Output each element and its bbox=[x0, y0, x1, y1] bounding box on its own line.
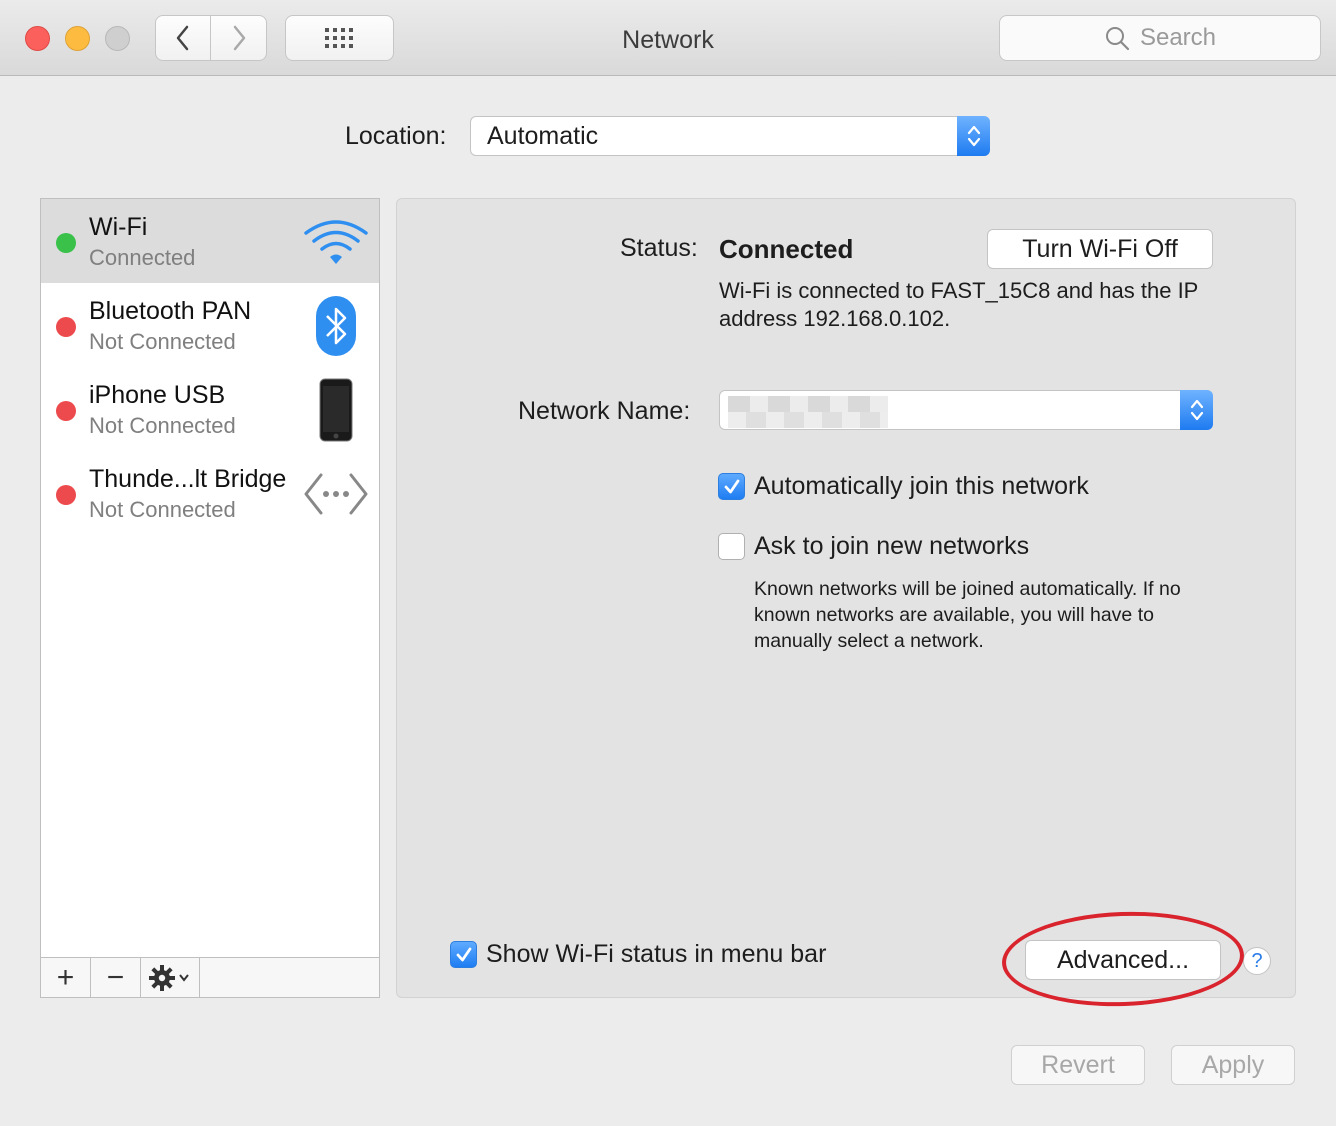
status-value: Connected bbox=[719, 234, 854, 264]
service-name: iPhone USB bbox=[89, 381, 226, 409]
action-menu-button[interactable] bbox=[141, 958, 200, 997]
service-name: Thunde...lt Bridge bbox=[89, 465, 287, 493]
help-button[interactable]: ? bbox=[1243, 947, 1271, 975]
status-description: Wi-Fi is connected to FAST_15C8 and has … bbox=[719, 278, 1198, 331]
service-item-wifi[interactable]: Wi-Fi Connected bbox=[41, 199, 379, 283]
status-dot bbox=[56, 233, 76, 253]
location-stepper[interactable] bbox=[957, 116, 990, 156]
auto-join-checkbox[interactable] bbox=[718, 473, 745, 500]
ask-join-help-text: Known networks will be joined automatica… bbox=[754, 578, 1181, 652]
add-service-button[interactable]: + bbox=[41, 958, 91, 997]
location-select[interactable]: Automatic bbox=[470, 116, 990, 156]
status-dot bbox=[56, 317, 76, 337]
auto-join-label[interactable]: Automatically join this network bbox=[754, 472, 1089, 501]
location-value: Automatic bbox=[487, 122, 599, 150]
service-list: Wi-Fi Connected Bluetooth PAN Not Connec… bbox=[40, 198, 380, 998]
show-wifi-status-label[interactable]: Show Wi-Fi status in menu bar bbox=[486, 940, 826, 969]
ask-join-checkbox[interactable] bbox=[718, 533, 745, 560]
thunderbolt-bridge-icon bbox=[303, 463, 369, 525]
iphone-icon bbox=[303, 378, 369, 442]
service-item-iphone-usb[interactable]: iPhone USB Not Connected bbox=[41, 367, 379, 451]
search-icon bbox=[1105, 27, 1130, 51]
show-wifi-status-checkbox[interactable] bbox=[450, 941, 477, 968]
status-dot bbox=[56, 485, 76, 505]
service-item-bluetooth-pan[interactable]: Bluetooth PAN Not Connected bbox=[41, 283, 379, 367]
bluetooth-icon bbox=[303, 295, 369, 357]
gear-icon bbox=[149, 964, 189, 991]
network-name-select[interactable] bbox=[719, 390, 1213, 430]
up-down-chevron-icon bbox=[967, 125, 980, 147]
status-dot bbox=[56, 401, 76, 421]
turn-wifi-off-button[interactable]: Turn Wi-Fi Off bbox=[987, 229, 1213, 269]
up-down-chevron-icon bbox=[1190, 399, 1203, 421]
service-name: Bluetooth PAN bbox=[89, 297, 252, 325]
service-name: Wi-Fi bbox=[89, 213, 148, 241]
apply-button[interactable]: Apply bbox=[1171, 1045, 1295, 1085]
service-item-thunderbolt-bridge[interactable]: Thunde...lt Bridge Not Connected bbox=[41, 451, 379, 535]
checkmark-icon bbox=[724, 479, 739, 493]
service-status: Not Connected bbox=[89, 497, 236, 522]
remove-service-button[interactable]: − bbox=[91, 958, 141, 997]
ask-join-label[interactable]: Ask to join new networks bbox=[754, 532, 1029, 561]
redacted-network-name bbox=[728, 396, 888, 412]
network-name-stepper[interactable] bbox=[1180, 390, 1213, 430]
redacted-network-name bbox=[728, 412, 888, 428]
title-bar: Network Search bbox=[0, 0, 1336, 76]
search-placeholder: Search bbox=[1139, 24, 1217, 51]
service-list-toolbar: + − bbox=[40, 957, 380, 998]
service-status: Connected bbox=[89, 245, 196, 270]
wifi-icon bbox=[303, 211, 369, 273]
location-label: Location: bbox=[345, 122, 447, 150]
service-status: Not Connected bbox=[89, 413, 236, 438]
revert-button[interactable]: Revert bbox=[1011, 1045, 1145, 1085]
search-field[interactable]: Search bbox=[999, 15, 1321, 61]
service-status: Not Connected bbox=[89, 329, 236, 354]
network-name-label: Network Name: bbox=[518, 397, 691, 425]
checkmark-icon bbox=[456, 947, 471, 961]
status-label: Status: bbox=[620, 234, 698, 262]
